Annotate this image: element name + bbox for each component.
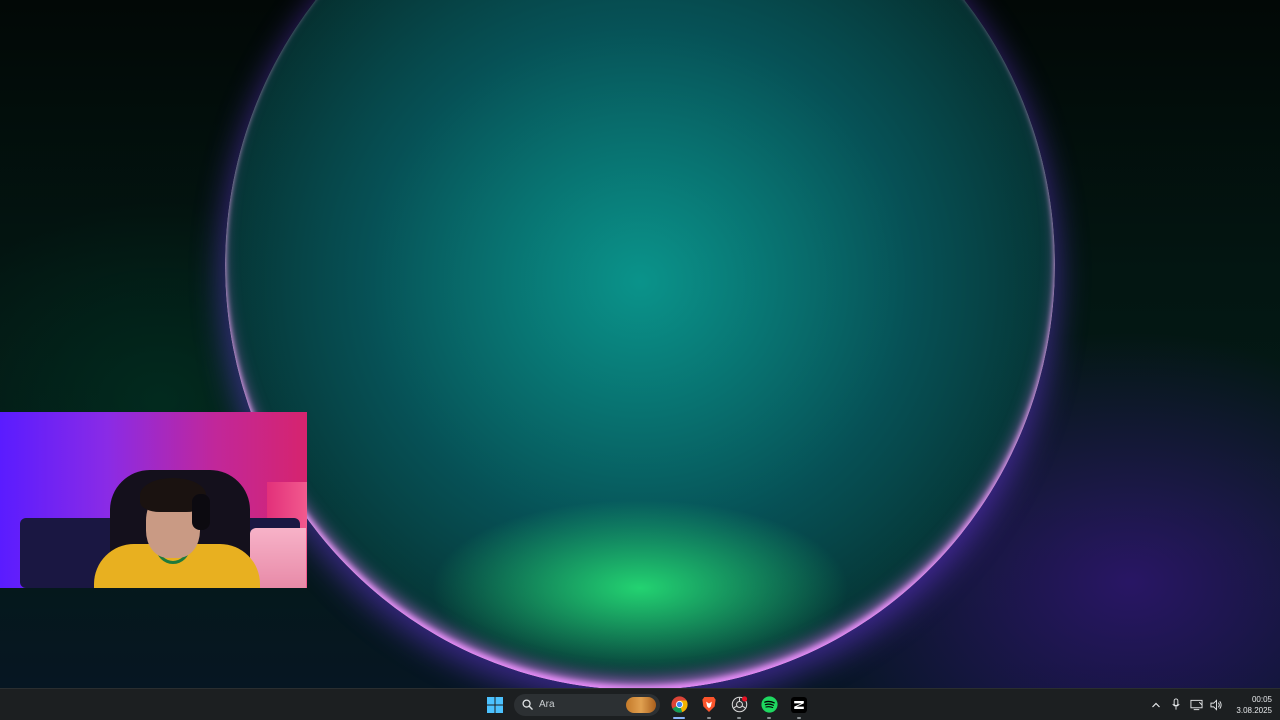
clock-time: 00:05 xyxy=(1251,694,1272,704)
display-icon xyxy=(1190,699,1203,710)
search-icon xyxy=(522,699,533,710)
taskbar: Ara 00:05 3.08.2025 xyxy=(0,688,1280,720)
volume-button[interactable] xyxy=(1207,694,1225,716)
search-label: Ara xyxy=(539,699,555,710)
webcam-headset xyxy=(192,494,210,530)
record-icon xyxy=(731,696,747,713)
spotify-icon xyxy=(760,696,778,713)
search-highlight-art[interactable] xyxy=(626,696,656,713)
taskbar-app-chrome[interactable] xyxy=(665,691,693,719)
running-indicator xyxy=(707,716,711,719)
running-indicator xyxy=(737,716,741,719)
brave-icon xyxy=(702,696,716,713)
chrome-icon xyxy=(670,696,688,713)
taskbar-clock[interactable]: 00:05 3.08.2025 xyxy=(1236,694,1272,716)
running-indicator xyxy=(767,716,771,719)
microphone-icon xyxy=(1172,698,1181,710)
taskbar-app-spotify[interactable] xyxy=(755,691,783,719)
start-button[interactable] xyxy=(481,691,509,719)
running-indicator xyxy=(673,716,685,719)
show-hidden-icons-button[interactable] xyxy=(1147,694,1165,716)
windows-logo-icon xyxy=(487,696,503,713)
running-indicator xyxy=(797,716,801,719)
clock-date: 3.08.2025 xyxy=(1236,705,1272,715)
speaker-icon xyxy=(1210,698,1222,711)
network-button[interactable] xyxy=(1187,694,1205,716)
webcam-overlay xyxy=(0,412,307,588)
taskbar-center: Ara xyxy=(480,689,814,720)
taskbar-search[interactable]: Ara xyxy=(514,693,660,716)
taskbar-app-capcut[interactable] xyxy=(785,691,813,719)
microphone-button[interactable] xyxy=(1167,694,1185,716)
chevron-up-icon xyxy=(1152,702,1161,707)
taskbar-app-brave[interactable] xyxy=(695,691,723,719)
taskbar-app-recorder[interactable] xyxy=(725,691,753,719)
system-tray: 00:05 3.08.2025 xyxy=(1146,689,1272,720)
capcut-icon xyxy=(791,696,807,713)
